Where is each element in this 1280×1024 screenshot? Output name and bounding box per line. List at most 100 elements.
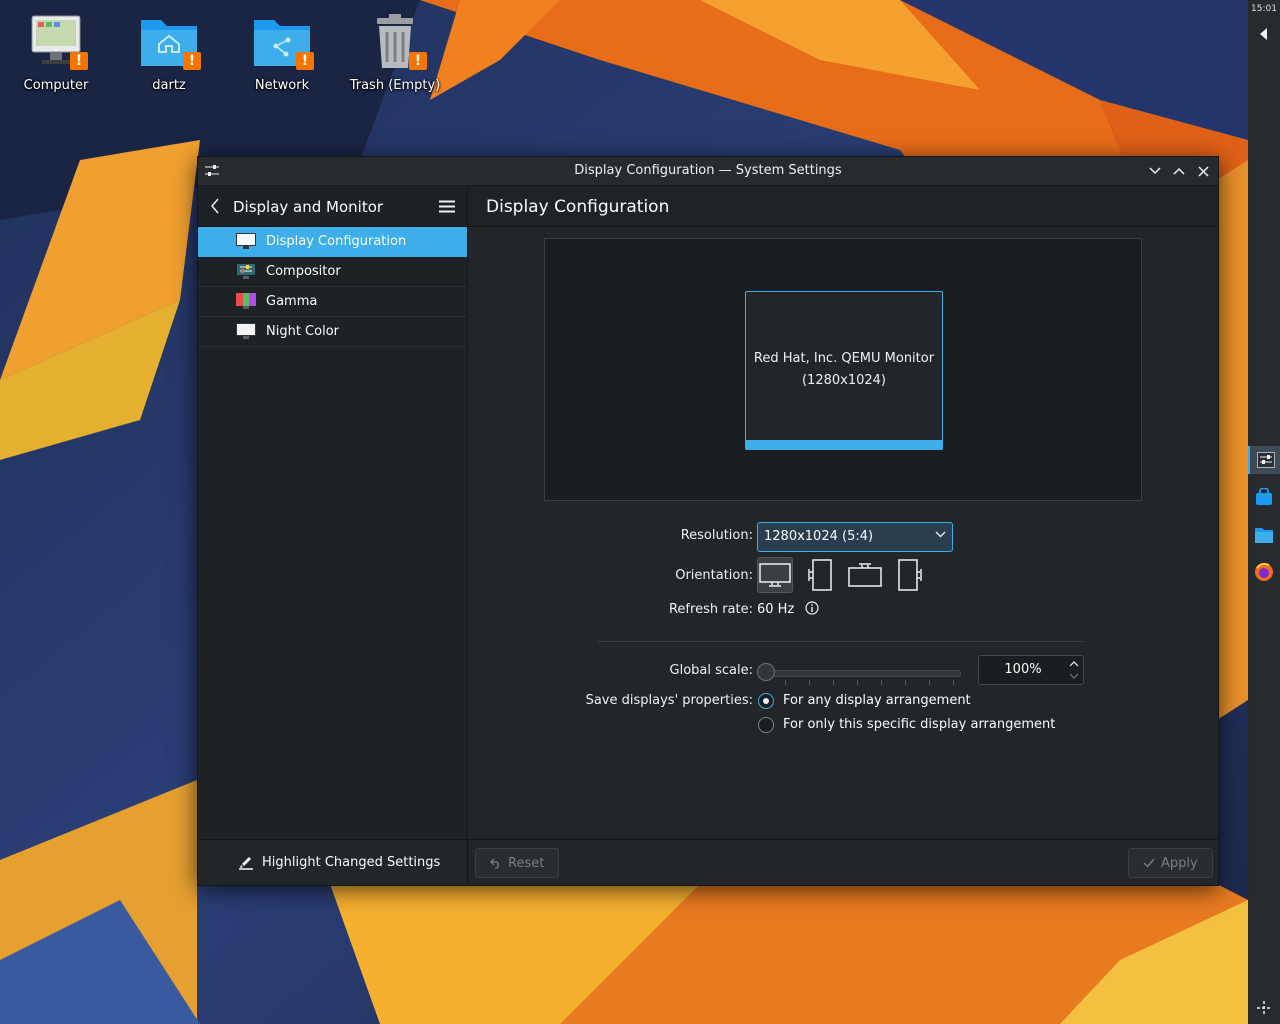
global-scale-label: Global scale:: [669, 663, 753, 678]
warning-icon: !: [409, 52, 427, 70]
slider-tick: [785, 680, 786, 685]
panel-configure-button[interactable]: [1252, 996, 1276, 1020]
orientation-label: Orientation:: [675, 568, 753, 583]
orientation-right-button[interactable]: [891, 557, 927, 593]
sidebar-item-compositor[interactable]: Compositor: [198, 257, 467, 287]
sidebar-footer: Highlight Changed Settings: [198, 839, 467, 885]
portrait-right-monitor-icon: [898, 559, 922, 591]
display-icon: [236, 233, 256, 249]
hamburger-menu-icon[interactable]: [439, 200, 455, 213]
minimize-button[interactable]: [1145, 161, 1165, 181]
undo-icon: [490, 858, 499, 869]
radio-any-arrangement[interactable]: [758, 693, 774, 709]
slider-tick: [953, 680, 954, 685]
panel-collapse-button[interactable]: [1252, 22, 1276, 46]
slider-tick: [857, 680, 858, 685]
highlight-changed-settings-label: Highlight Changed Settings: [262, 854, 441, 870]
task-discover[interactable]: [1252, 485, 1276, 509]
slider-handle[interactable]: [757, 663, 775, 681]
desktop-icon-label: Computer: [23, 78, 89, 93]
info-icon[interactable]: [805, 601, 819, 615]
desktop-icon-label: Network: [254, 78, 310, 93]
portrait-left-monitor-icon: [808, 559, 832, 591]
compositor-icon: [236, 263, 256, 279]
main-content: Display Configuration Red Hat, Inc. QEMU…: [468, 186, 1218, 885]
sidebar-item-label: Display Configuration: [266, 234, 407, 249]
monitor-preview[interactable]: Red Hat, Inc. QEMU Monitor (1280x1024): [745, 291, 943, 450]
slider-tick: [905, 680, 906, 685]
close-button[interactable]: [1193, 161, 1213, 181]
maximize-button[interactable]: [1169, 161, 1189, 181]
desktop-icon-label: dartz: [152, 78, 186, 93]
title-bar[interactable]: Display Configuration — System Settings: [198, 157, 1218, 186]
warning-icon: !: [70, 52, 88, 70]
global-scale-spinbox[interactable]: 100%: [978, 655, 1084, 685]
resolution-label: Resolution:: [680, 528, 753, 543]
apply-button[interactable]: Apply: [1128, 848, 1213, 878]
task-system-settings[interactable]: [1248, 446, 1280, 474]
slider-tick: [881, 680, 882, 685]
orientation-left-button[interactable]: [803, 557, 839, 593]
slider-tick: [809, 680, 810, 685]
warning-icon: !: [183, 52, 201, 70]
radio-specific-arrangement-label[interactable]: For only this specific display arrangeme…: [783, 717, 1055, 732]
reset-label: Reset: [508, 855, 545, 871]
night-color-icon: [236, 323, 256, 339]
global-scale-value: 100%: [1004, 662, 1042, 677]
desktop-icon-computer[interactable]: ! Computer: [1, 10, 111, 93]
sidebar-item-label: Gamma: [266, 294, 318, 309]
refresh-rate-value: 60 Hz: [757, 602, 795, 617]
reset-button[interactable]: Reset: [475, 848, 560, 878]
desktop-icon-network[interactable]: ! Network: [227, 10, 337, 93]
monitor-primary-bar: [746, 440, 942, 449]
desktop-icon-trash[interactable]: ! Trash (Empty): [340, 10, 450, 93]
desktop-icon-home[interactable]: ! dartz: [114, 10, 224, 93]
slider-track: [765, 670, 961, 677]
display-arrangement-area: Red Hat, Inc. QEMU Monitor (1280x1024): [544, 238, 1142, 501]
task-firefox[interactable]: [1252, 560, 1276, 584]
clock[interactable]: 15:01: [1248, 4, 1280, 14]
warning-icon: !: [296, 52, 314, 70]
close-icon: [1197, 165, 1209, 177]
shopping-bag-icon: [1256, 488, 1272, 505]
sidebar-title: Display and Monitor: [233, 198, 384, 216]
landscape-monitor-icon: [759, 563, 791, 587]
task-file-manager[interactable]: [1252, 523, 1276, 547]
radio-specific-arrangement[interactable]: [758, 717, 774, 733]
resolution-dropdown[interactable]: 1280x1024 (5:4): [757, 522, 953, 552]
window-title: Display Configuration — System Settings: [574, 163, 842, 178]
monitor-resolution: (1280x1024): [801, 373, 886, 388]
chevron-up-icon: [1173, 167, 1185, 175]
sidebar-item-label: Compositor: [266, 264, 341, 279]
back-arrow-icon[interactable]: [210, 198, 220, 214]
triangle-left-icon: [1260, 28, 1267, 40]
highlight-changed-settings-button[interactable]: Highlight Changed Settings: [238, 854, 440, 870]
refresh-rate-label: Refresh rate:: [668, 602, 753, 617]
right-panel: 15:01: [1248, 0, 1280, 1024]
page-title: Display Configuration: [486, 197, 670, 217]
system-settings-icon: [1257, 452, 1275, 468]
save-displays-label: Save displays' properties:: [585, 693, 753, 708]
desktop-icon-label: Trash (Empty): [349, 78, 441, 93]
orientation-inverted-button[interactable]: [847, 557, 883, 593]
separator: [598, 641, 1084, 642]
spin-arrows-icon[interactable]: [1068, 658, 1080, 682]
slider-tick: [929, 680, 930, 685]
highlighter-icon: [239, 857, 253, 870]
main-header: Display Configuration: [468, 186, 1218, 227]
firefox-icon: [1255, 563, 1273, 581]
sidebar-item-night-color[interactable]: Night Color: [198, 317, 467, 347]
sidebar-header: Display and Monitor: [198, 186, 467, 227]
apply-label: Apply: [1161, 855, 1198, 871]
monitor-name: Red Hat, Inc. QEMU Monitor: [753, 351, 935, 366]
system-settings-window: Display Configuration — System Settings …: [197, 156, 1219, 886]
checkmark-icon: [1143, 858, 1155, 868]
main-footer: Reset Apply: [468, 839, 1218, 885]
resolution-value: 1280x1024 (5:4): [764, 529, 874, 544]
radio-any-arrangement-label[interactable]: For any display arrangement: [783, 693, 971, 708]
sidebar-item-display-configuration[interactable]: Display Configuration: [198, 227, 467, 257]
global-scale-slider[interactable]: [757, 658, 971, 686]
orientation-landscape-button[interactable]: [757, 557, 793, 593]
sidebar-item-label: Night Color: [266, 324, 339, 339]
sidebar-item-gamma[interactable]: Gamma: [198, 287, 467, 317]
